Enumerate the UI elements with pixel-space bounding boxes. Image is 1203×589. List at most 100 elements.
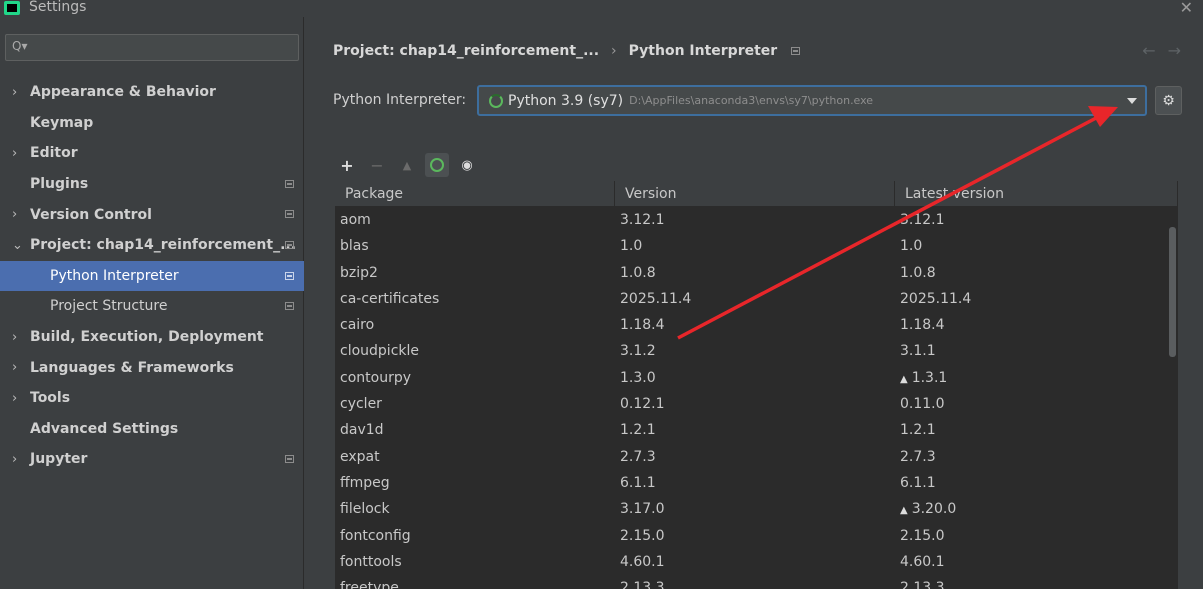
table-row[interactable]: bzip2 1.0.8 1.0.8: [335, 260, 1178, 286]
table-row[interactable]: filelock 3.17.0 ▲ 3.20.0: [335, 496, 1178, 522]
chevron-icon[interactable]: ›: [12, 146, 30, 161]
sidebar-item[interactable]: › Editor: [0, 138, 304, 169]
package-name: filelock: [340, 501, 390, 518]
gear-icon: ⚙: [1162, 92, 1175, 109]
table-row[interactable]: fontconfig 2.15.0 2.15.0: [335, 523, 1178, 549]
interpreter-select[interactable]: Python 3.9 (sy7) D:\AppFiles\anaconda3\e…: [477, 85, 1147, 116]
breadcrumb: Project: chap14_reinforcement_... › Pyth…: [333, 43, 801, 59]
package-latest-version: 2.15.0: [895, 523, 1178, 549]
sidebar-item-label: Plugins: [30, 176, 89, 193]
refresh-spinner-icon: [430, 158, 444, 172]
table-row[interactable]: cycler 0.12.1 0.11.0: [335, 391, 1178, 417]
breadcrumb-separator: ›: [611, 43, 617, 59]
sidebar-item-label: Appearance & Behavior: [30, 84, 216, 101]
package-version: 1.18.4: [620, 317, 665, 334]
package-name: cycler: [340, 396, 382, 413]
package-name: fontconfig: [340, 527, 411, 544]
package-version: 2.15.0: [620, 527, 665, 544]
sidebar-item[interactable]: Project Structure: [0, 291, 304, 322]
column-header-latest[interactable]: Latest version: [895, 181, 1178, 207]
sidebar-item-label: Build, Execution, Deployment: [30, 329, 264, 346]
sidebar-item[interactable]: › Appearance & Behavior: [0, 77, 304, 108]
add-package-button[interactable]: +: [335, 153, 359, 177]
package-name: freetype: [340, 580, 399, 589]
package-name: fonttools: [340, 553, 402, 570]
table-row[interactable]: cairo 1.18.4 1.18.4: [335, 312, 1178, 338]
table-row[interactable]: contourpy 1.3.0 ▲ 1.3.1: [335, 365, 1178, 391]
sidebar-item[interactable]: Advanced Settings: [0, 414, 304, 445]
gear-button[interactable]: ⚙: [1155, 86, 1182, 115]
chevron-icon[interactable]: ›: [12, 452, 30, 467]
package-version: 1.0.8: [620, 264, 656, 281]
package-version: 4.60.1: [620, 553, 665, 570]
table-row[interactable]: aom 3.12.1 3.12.1: [335, 207, 1178, 233]
forward-arrow-icon[interactable]: →: [1168, 41, 1193, 60]
sidebar-item[interactable]: › Tools: [0, 383, 304, 414]
package-version: 3.1.2: [620, 343, 656, 360]
chevron-icon[interactable]: ⌄: [12, 238, 30, 253]
package-name: aom: [340, 212, 371, 228]
sidebar-item[interactable]: Python Interpreter: [0, 260, 304, 292]
chevron-icon[interactable]: ›: [12, 207, 30, 222]
package-latest-version: 2.7.3: [895, 444, 1178, 470]
refresh-button[interactable]: [425, 153, 449, 177]
package-latest-version: 1.0: [895, 233, 1178, 259]
package-version: 3.17.0: [620, 501, 665, 518]
window-title: Settings: [29, 0, 87, 15]
latest-version-text: 1.2.1: [900, 422, 936, 439]
sidebar-item-label: Editor: [30, 145, 78, 162]
package-version: 3.12.1: [620, 212, 665, 228]
package-latest-version: 1.18.4: [895, 312, 1178, 338]
table-row[interactable]: blas 1.0 1.0: [335, 233, 1178, 259]
upgrade-available-icon: ▲: [900, 373, 908, 385]
table-row[interactable]: freetype 2.13.3 2.13.3: [335, 575, 1178, 589]
loading-spinner-icon: [489, 93, 503, 108]
latest-version-text: 3.20.0: [911, 501, 957, 518]
sidebar-item[interactable]: Keymap: [0, 108, 304, 139]
latest-version-text: 1.0: [900, 238, 923, 255]
table-row[interactable]: dav1d 1.2.1 1.2.1: [335, 417, 1178, 443]
sidebar-item[interactable]: ⌄ Project: chap14_reinforcement_...: [0, 230, 304, 261]
sidebar-item[interactable]: › Build, Execution, Deployment: [0, 322, 304, 353]
table-row[interactable]: ca-certificates 2025.11.4 2025.11.4: [335, 286, 1178, 312]
sidebar-item[interactable]: › Languages & Frameworks: [0, 352, 304, 383]
package-version: 1.0: [620, 238, 643, 255]
package-name: cloudpickle: [340, 343, 419, 360]
dropdown-arrow-icon[interactable]: [1127, 98, 1137, 104]
project-scope-icon: [285, 179, 294, 188]
breadcrumb-project[interactable]: Project: chap14_reinforcement_...: [333, 43, 599, 59]
close-icon[interactable]: ✕: [1180, 0, 1193, 17]
package-latest-version: ▲ 1.3.1: [895, 365, 1178, 391]
table-row[interactable]: expat 2.7.3 2.7.3: [335, 444, 1178, 470]
package-latest-version: 4.60.1: [895, 549, 1178, 575]
package-name: expat: [340, 448, 380, 465]
settings-sidebar: Q▾ › Appearance & Behavior Keymap › Editor Pl…: [0, 17, 304, 589]
scrollbar-thumb[interactable]: [1169, 227, 1176, 357]
remove-package-button[interactable]: −: [365, 153, 389, 177]
chevron-icon[interactable]: ›: [12, 85, 30, 100]
table-row[interactable]: fonttools 4.60.1 4.60.1: [335, 549, 1178, 575]
column-header-package[interactable]: Package: [335, 181, 615, 207]
table-scrollbar[interactable]: [1168, 207, 1178, 589]
interpreter-name: Python 3.9 (sy7): [508, 92, 624, 109]
search-input[interactable]: Q▾: [5, 34, 299, 61]
upgrade-package-button[interactable]: ▲: [395, 153, 419, 177]
chevron-icon[interactable]: ›: [12, 330, 30, 345]
project-scope-icon: [285, 302, 294, 311]
sidebar-item[interactable]: › Version Control: [0, 199, 304, 230]
sidebar-item-label: Python Interpreter: [50, 267, 179, 284]
sidebar-item[interactable]: Plugins: [0, 169, 304, 200]
package-latest-version: 6.1.1: [895, 470, 1178, 496]
table-header: Package Version Latest version: [335, 181, 1178, 207]
sidebar-item[interactable]: › Jupyter: [0, 444, 304, 475]
package-name: dav1d: [340, 422, 384, 439]
latest-version-text: 1.18.4: [900, 317, 945, 334]
chevron-icon[interactable]: ›: [12, 360, 30, 375]
show-early-releases-icon[interactable]: ◉: [455, 153, 479, 177]
table-row[interactable]: cloudpickle 3.1.2 3.1.1: [335, 338, 1178, 364]
chevron-icon[interactable]: ›: [12, 391, 30, 406]
back-arrow-icon[interactable]: ←: [1142, 41, 1167, 60]
column-header-version[interactable]: Version: [615, 181, 895, 207]
table-row[interactable]: ffmpeg 6.1.1 6.1.1: [335, 470, 1178, 496]
package-toolbar: + − ▲ ◉: [335, 151, 1177, 179]
